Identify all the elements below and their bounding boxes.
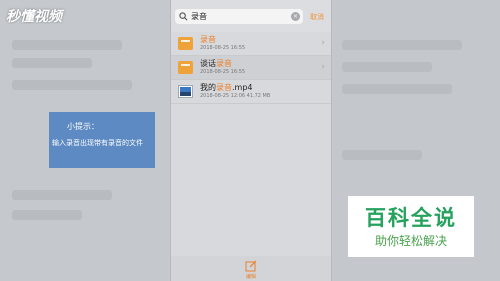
search-query: 录音 [191,12,207,21]
cancel-button[interactable]: 取消 [310,12,324,22]
search-bar: 录音 × 取消 [171,0,331,32]
phone-screen: 录音 × 取消 录音 2018-08-25 16:55 › 谈话录音 2018-… [170,0,332,281]
file-list: 录音 2018-08-25 16:55 › 谈话录音 2018-08-25 16… [171,32,331,104]
chevron-right-icon: › [321,38,325,48]
file-name: 谈话录音 [200,59,232,68]
watermark-logo: 秒懂视频 [6,9,62,25]
badge-subtitle: 助你轻松解决 [374,234,447,248]
tip-title: 小提示： [67,122,99,131]
video-thumbnail-icon [178,85,193,98]
edit-icon[interactable] [245,260,257,272]
file-meta: 2018-08-25 12:06 41.72 MB [200,93,271,99]
folder-icon [178,61,193,74]
file-meta: 2018-08-25 16:55 [200,69,246,75]
tip-body: 输入录音出现带有录音的文件 [52,139,143,147]
file-row-2[interactable]: 谈话录音 2018-08-25 16:55 › [171,56,331,80]
brand-badge: 百科全说 助你轻松解决 [348,196,474,257]
chevron-right-icon: › [321,62,325,72]
tip-box: 小提示： 输入录音出现带有录音的文件 [49,112,155,168]
badge-title: 百科全说 [365,206,457,230]
file-row-1[interactable]: 录音 2018-08-25 16:55 › [171,32,331,56]
search-input[interactable]: 录音 × [175,9,303,24]
file-name: 我的录音.mp4 [200,83,253,92]
folder-icon [178,37,193,50]
bottom-toolbar: 编辑 [171,256,331,281]
edit-label[interactable]: 编辑 [246,273,256,280]
search-icon [179,12,188,21]
file-meta: 2018-08-25 16:55 [200,45,246,51]
file-name: 录音 [200,35,216,44]
file-row-3[interactable]: 我的录音.mp4 2018-08-25 12:06 41.72 MB [171,80,331,104]
clear-icon[interactable]: × [291,12,300,21]
